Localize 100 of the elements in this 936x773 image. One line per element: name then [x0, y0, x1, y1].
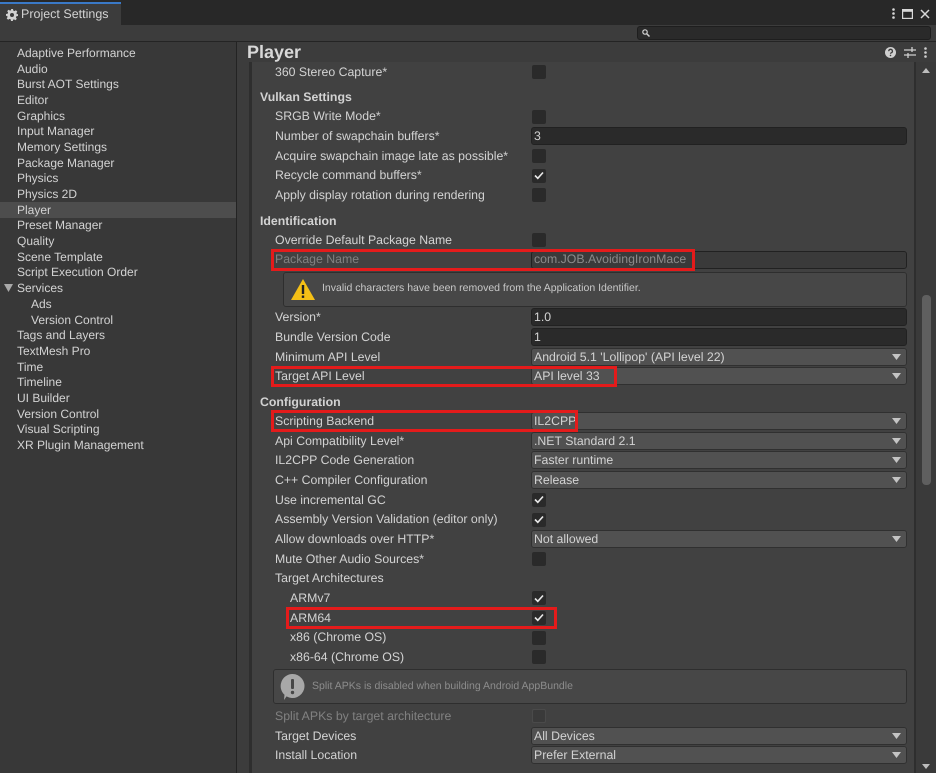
sidebar-item[interactable]: Visual Scripting: [0, 422, 236, 438]
field-label: Package Name: [275, 251, 360, 268]
sidebar-item[interactable]: TextMesh Pro: [0, 343, 236, 359]
sidebar-item[interactable]: Tags and Layers: [0, 327, 236, 344]
sidebar-item[interactable]: Adaptive Performance: [0, 45, 236, 61]
sliders-icon[interactable]: [904, 46, 916, 58]
dropdown-caret-icon: [892, 536, 901, 542]
field-label: Mute Other Audio Sources*: [275, 550, 426, 568]
field-label: Acquire swapchain image late as possible*: [275, 148, 510, 165]
inspector-title: Player: [247, 40, 302, 64]
sidebar-item[interactable]: Graphics: [0, 108, 236, 124]
sidebar-item[interactable]: Version Control: [0, 406, 236, 422]
text-field[interactable]: 3: [531, 127, 907, 146]
check-icon: [534, 495, 544, 504]
field-label: C++ Compiler Configuration: [275, 472, 428, 489]
dropdown[interactable]: Faster runtime: [531, 451, 907, 470]
maximize-icon[interactable]: [902, 8, 913, 18]
sidebar-item[interactable]: Time: [0, 358, 236, 374]
dropdown-caret-icon: [892, 477, 901, 484]
field-label: Minimum API Level: [275, 348, 382, 366]
sidebar-item[interactable]: Burst AOT Settings: [0, 76, 236, 92]
sidebar-item[interactable]: Audio: [0, 60, 236, 76]
sidebar-item[interactable]: Scene Template: [0, 248, 236, 265]
sidebar-item[interactable]: Quality: [0, 233, 236, 249]
sidebar-item[interactable]: XR Plugin Management: [0, 437, 236, 453]
window-tab[interactable]: Project Settings: [0, 2, 121, 25]
more-options-icon[interactable]: [892, 8, 895, 19]
expanded-arrow-icon[interactable]: [4, 284, 13, 292]
section-header: Vulkan Settings: [260, 89, 352, 106]
field-label: Recycle command buffers*: [275, 167, 423, 184]
dropdown-caret-icon: [892, 457, 901, 464]
field-label: Api Compatibility Level*: [275, 432, 406, 450]
checkbox[interactable]: [532, 512, 546, 527]
checkbox[interactable]: [532, 168, 546, 183]
dropdown-caret-icon: [892, 354, 901, 360]
more-options-icon[interactable]: [924, 46, 927, 58]
group-label: Target Architectures: [275, 570, 384, 588]
text-field[interactable]: 1: [531, 328, 907, 346]
section-header: Configuration: [260, 394, 341, 412]
warning-icon: [290, 278, 316, 300]
dropdown[interactable]: .NET Standard 2.1: [531, 432, 907, 450]
sidebar-item[interactable]: Player: [0, 202, 236, 218]
close-icon[interactable]: [920, 8, 930, 18]
sidebar-item[interactable]: Physics: [0, 170, 236, 186]
field-label: Scripting Backend: [275, 412, 376, 430]
field-label: Bundle Version Code: [275, 328, 392, 346]
scroll-down-icon[interactable]: [922, 764, 930, 769]
sidebar-item[interactable]: Editor: [0, 92, 236, 108]
dropdown[interactable]: IL2CPP: [531, 412, 907, 430]
search-icon: [642, 29, 650, 37]
scrollbar-thumb[interactable]: [922, 295, 930, 485]
sidebar-item[interactable]: Memory Settings: [0, 139, 236, 155]
field-label: Number of swapchain buffers*: [275, 128, 441, 145]
field-label: x86 (Chrome OS): [290, 629, 388, 646]
exclamation-bubble-icon: [279, 672, 306, 701]
field-label: Assembly Version Validation (editor only): [275, 511, 499, 528]
check-icon: [534, 515, 544, 524]
field-label: IL2CPP Code Generation: [275, 452, 416, 470]
scroll-up-icon[interactable]: [922, 68, 930, 73]
field-label: x86-64 (Chrome OS): [290, 649, 406, 666]
field-label: Allow downloads over HTTP*: [275, 531, 436, 548]
field-label: SRGB Write Mode*: [275, 108, 382, 126]
sidebar-item[interactable]: Input Manager: [0, 123, 236, 140]
field-label: ARM64: [290, 610, 332, 627]
info-message: Split APKs is disabled when building Android AppBundle: [312, 678, 573, 694]
field-label: 360 Stereo Capture*: [275, 64, 388, 81]
checkbox[interactable]: [532, 610, 546, 625]
sidebar-item[interactable]: UI Builder: [0, 390, 236, 406]
sidebar-item[interactable]: Version Control: [0, 312, 236, 328]
field-label: Use incremental GC: [275, 492, 387, 509]
warning-message: Invalid characters have been removed from the Application Identifier.: [322, 281, 641, 296]
sidebar-item[interactable]: Physics 2D: [0, 186, 236, 202]
dropdown[interactable]: Not allowed: [531, 530, 907, 548]
field-label: Version*: [275, 309, 322, 326]
field-label: Target Devices: [275, 728, 358, 744]
sidebar-item[interactable]: Preset Manager: [0, 218, 236, 234]
text-field[interactable]: 1.0: [531, 308, 907, 326]
sidebar-item[interactable]: Package Manager: [0, 154, 236, 170]
field-label: Override Default Package Name: [275, 232, 454, 249]
settings-icon: [6, 8, 18, 20]
dropdown[interactable]: Android 5.1 'Lollipop' (API level 22): [531, 348, 907, 366]
field-label: Apply display rotation during rendering: [275, 187, 486, 204]
field-label: Install Location: [275, 747, 358, 764]
dropdown-caret-icon: [892, 438, 901, 444]
dropdown-caret-icon: [892, 732, 901, 739]
sidebar-item[interactable]: Services: [0, 280, 236, 296]
field-label: Split APKs by target architecture: [275, 708, 452, 725]
checkbox[interactable]: [532, 630, 546, 645]
dropdown[interactable]: API level 33: [531, 367, 907, 386]
dropdown[interactable]: Release: [531, 471, 907, 490]
help-icon[interactable]: [885, 46, 896, 58]
dropdown[interactable]: Prefer External: [531, 746, 907, 764]
field-label: Target API Level: [275, 368, 366, 386]
checkbox[interactable]: [532, 492, 546, 507]
dropdown[interactable]: All Devices: [531, 726, 907, 745]
sidebar-item[interactable]: Script Execution Order: [0, 264, 236, 280]
sidebar-item[interactable]: Ads: [0, 296, 236, 312]
sidebar-item[interactable]: Timeline: [0, 374, 236, 390]
search-field[interactable]: [637, 26, 931, 40]
checkbox[interactable]: [532, 591, 546, 606]
